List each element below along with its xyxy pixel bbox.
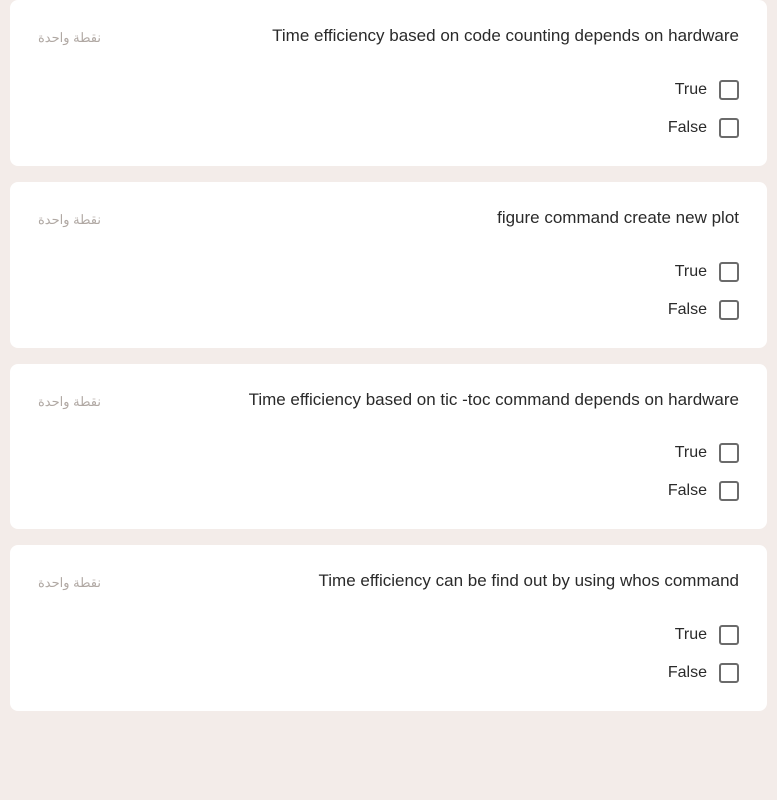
checkbox-true[interactable] xyxy=(719,262,739,282)
checkbox-true[interactable] xyxy=(719,625,739,645)
options-container: True False xyxy=(38,262,739,320)
checkbox-false[interactable] xyxy=(719,300,739,320)
points-label: نقطة واحدة xyxy=(38,24,101,46)
option-row-true[interactable]: True xyxy=(675,443,739,463)
option-label: True xyxy=(675,626,707,644)
checkbox-false[interactable] xyxy=(719,663,739,683)
checkbox-false[interactable] xyxy=(719,481,739,501)
option-label: True xyxy=(675,263,707,281)
question-text: figure command create new plot xyxy=(141,206,739,230)
checkbox-true[interactable] xyxy=(719,80,739,100)
option-label: True xyxy=(675,444,707,462)
option-row-true[interactable]: True xyxy=(675,625,739,645)
option-row-false[interactable]: False xyxy=(668,481,739,501)
checkbox-true[interactable] xyxy=(719,443,739,463)
checkbox-false[interactable] xyxy=(719,118,739,138)
option-label: False xyxy=(668,664,707,682)
question-header: نقطة واحدة Time efficiency based on tic … xyxy=(38,388,739,412)
option-row-true[interactable]: True xyxy=(675,262,739,282)
question-header: نقطة واحدة Time efficiency can be find o… xyxy=(38,569,739,593)
points-label: نقطة واحدة xyxy=(38,388,101,410)
option-row-true[interactable]: True xyxy=(675,80,739,100)
question-card: نقطة واحدة Time efficiency can be find o… xyxy=(10,545,767,711)
option-label: False xyxy=(668,119,707,137)
option-label: True xyxy=(675,81,707,99)
question-text: Time efficiency based on tic -toc comman… xyxy=(141,388,739,412)
option-label: False xyxy=(668,301,707,319)
question-card: نقطة واحدة Time efficiency based on tic … xyxy=(10,364,767,530)
options-container: True False xyxy=(38,625,739,683)
points-label: نقطة واحدة xyxy=(38,569,101,591)
question-text: Time efficiency can be find out by using… xyxy=(141,569,739,593)
question-card: نقطة واحدة figure command create new plo… xyxy=(10,182,767,348)
option-row-false[interactable]: False xyxy=(668,300,739,320)
option-row-false[interactable]: False xyxy=(668,118,739,138)
question-card: نقطة واحدة Time efficiency based on code… xyxy=(10,0,767,166)
question-header: نقطة واحدة Time efficiency based on code… xyxy=(38,24,739,48)
points-label: نقطة واحدة xyxy=(38,206,101,228)
option-row-false[interactable]: False xyxy=(668,663,739,683)
options-container: True False xyxy=(38,443,739,501)
question-header: نقطة واحدة figure command create new plo… xyxy=(38,206,739,230)
question-text: Time efficiency based on code counting d… xyxy=(141,24,739,48)
options-container: True False xyxy=(38,80,739,138)
option-label: False xyxy=(668,482,707,500)
